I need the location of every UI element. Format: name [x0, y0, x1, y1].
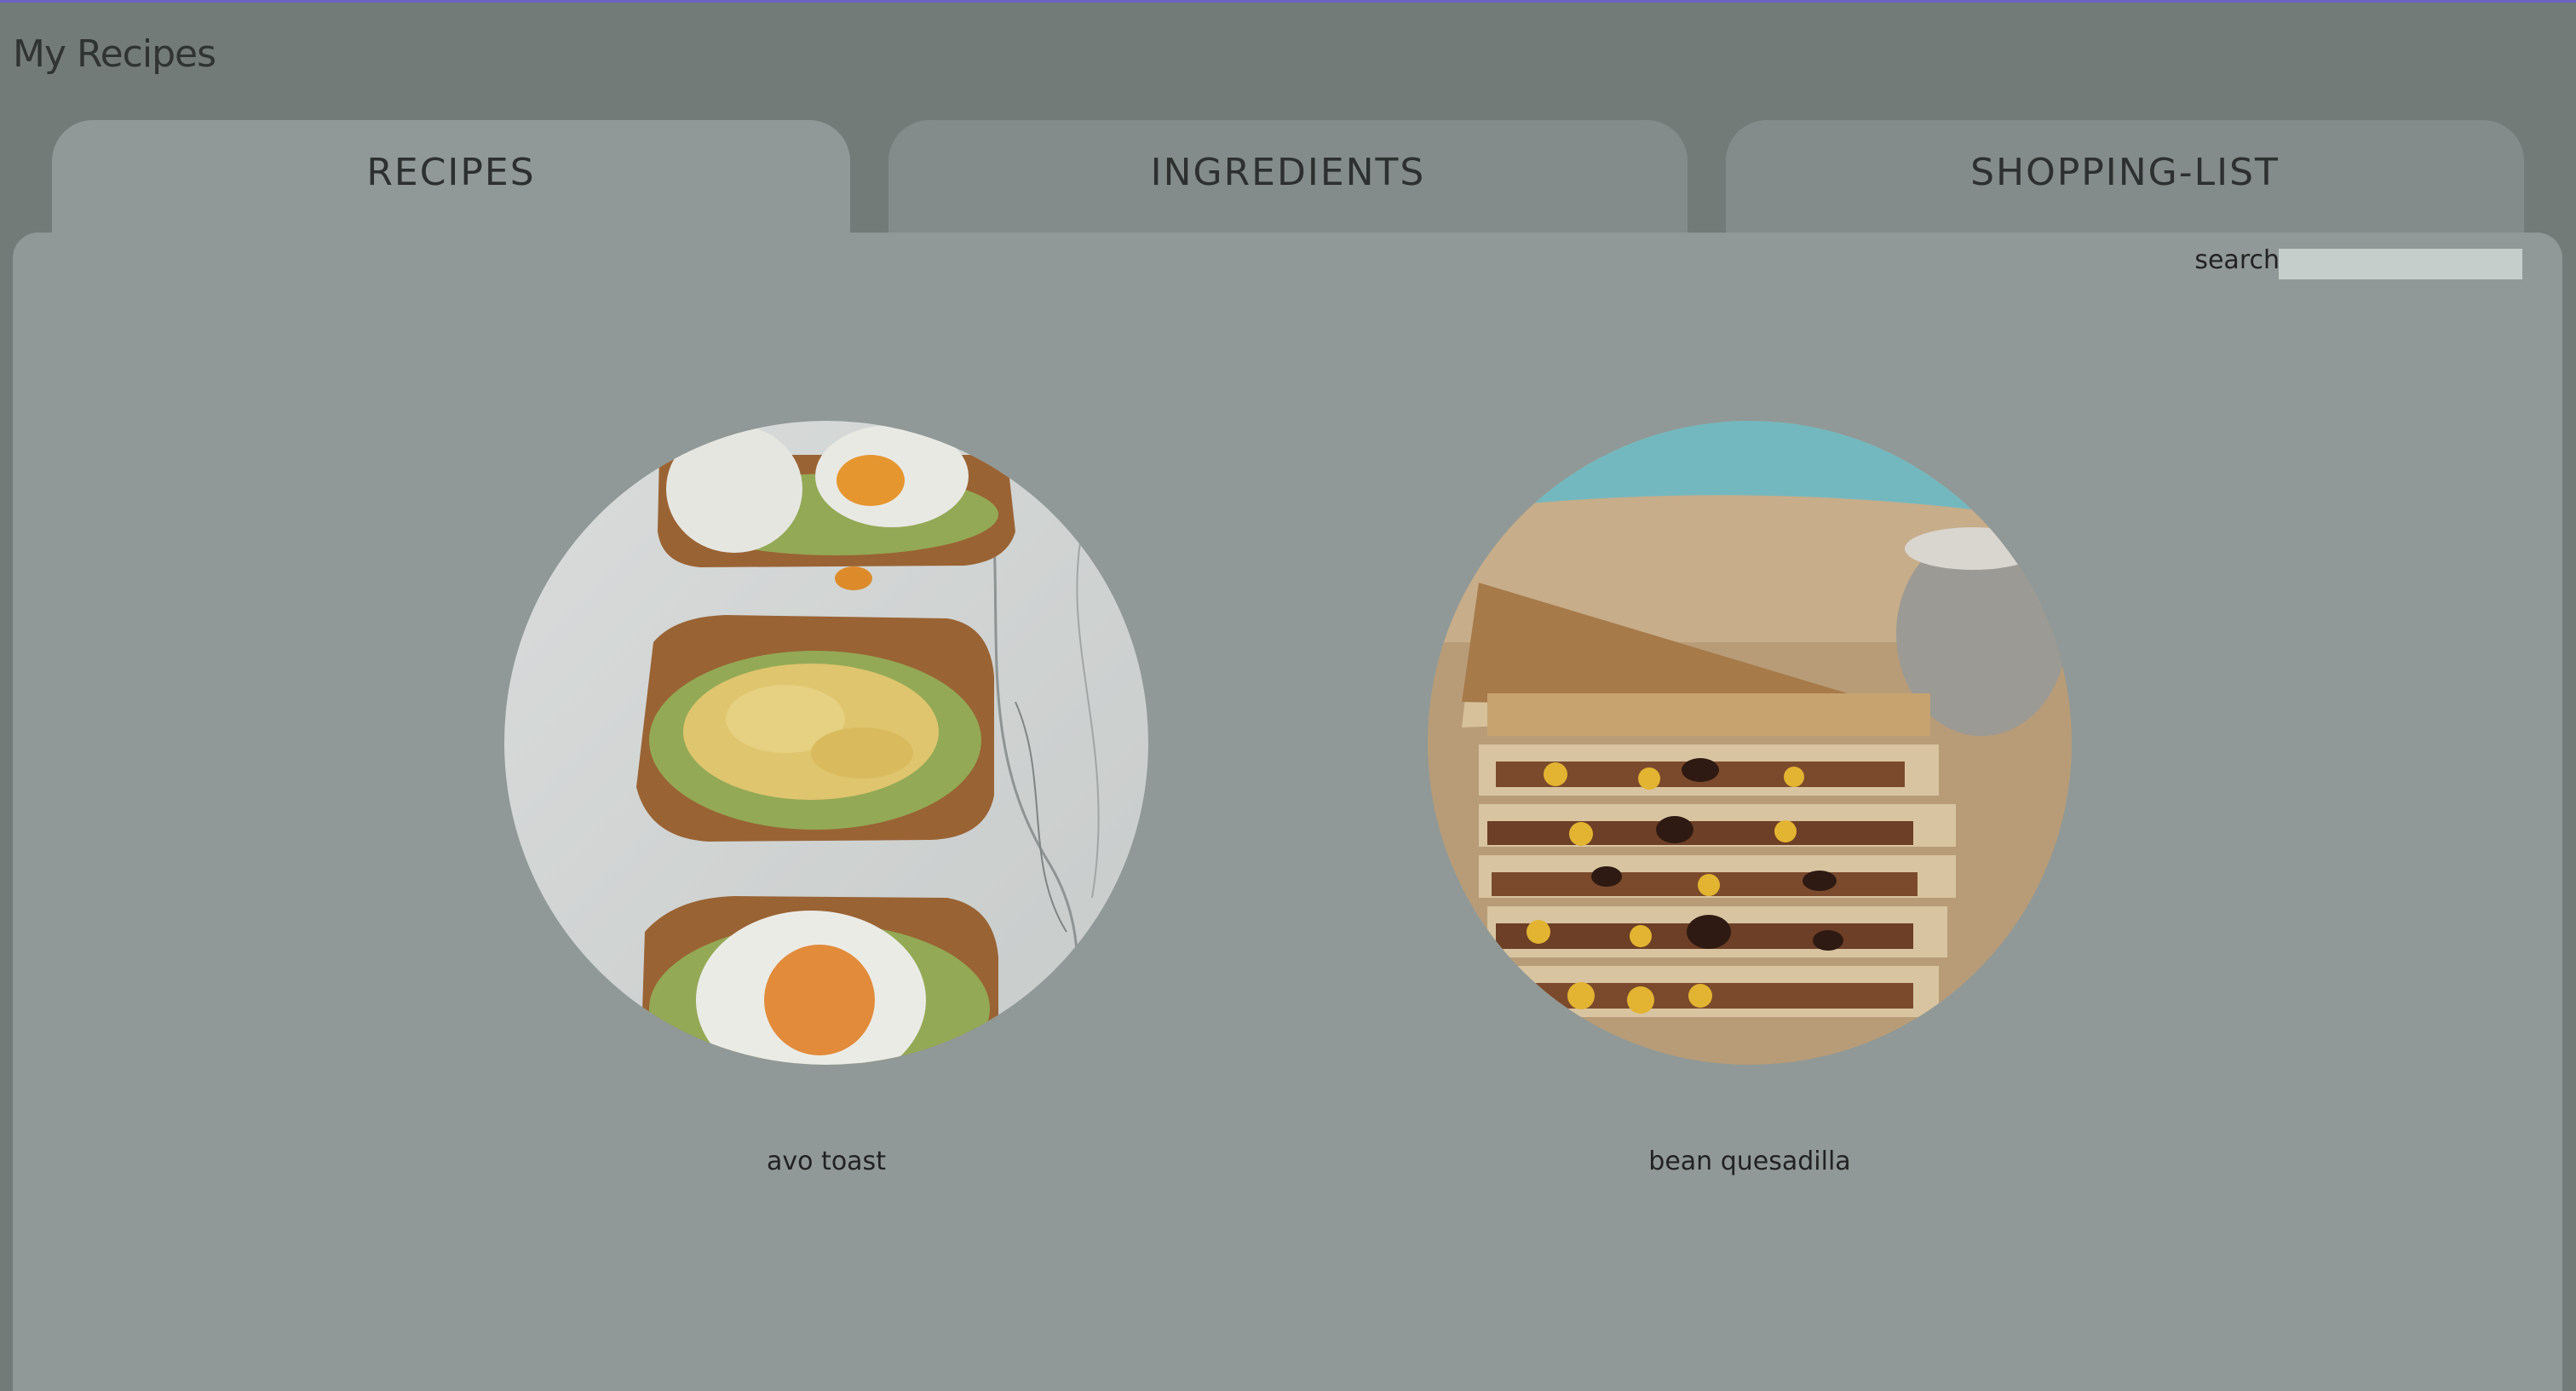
- recipes-panel: [13, 233, 2562, 1391]
- recipe-card-avo-toast[interactable]: avo toast: [504, 421, 1148, 1187]
- bean-quesadilla-photo[interactable]: [1428, 421, 2072, 1065]
- recipe-name: avo toast: [767, 1147, 886, 1176]
- tab-recipes[interactable]: RECIPES: [52, 120, 850, 239]
- search-label: search: [2194, 245, 2280, 275]
- recipe-name: bean quesadilla: [1648, 1147, 1851, 1176]
- tab-ingredients[interactable]: INGREDIENTS: [888, 120, 1688, 239]
- app-title: My Recipes: [13, 32, 216, 76]
- window-accent-line: [0, 0, 2576, 3]
- avocado-toast-photo[interactable]: [504, 421, 1148, 1065]
- search-input[interactable]: [2279, 249, 2522, 279]
- recipe-card-bean-quesadilla[interactable]: bean quesadilla: [1428, 421, 2072, 1187]
- tab-shopping-list[interactable]: SHOPPING-LIST: [1726, 120, 2524, 239]
